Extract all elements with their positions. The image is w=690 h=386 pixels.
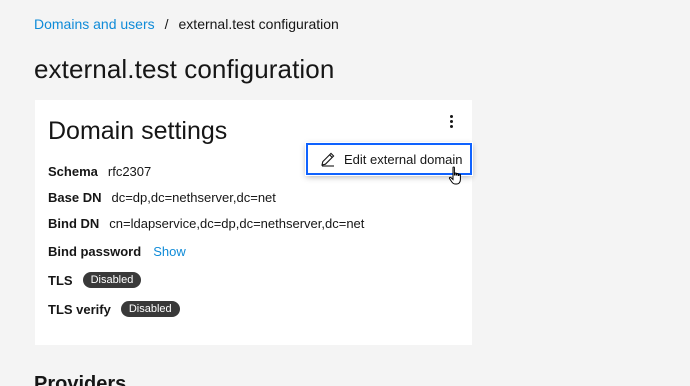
breadcrumb-current: external.test configuration	[178, 16, 339, 32]
card-title: Domain settings	[48, 117, 228, 145]
base-dn-value: dc=dp,dc=nethserver,dc=net	[111, 190, 276, 205]
providers-section-title: Providers	[34, 373, 127, 386]
tls-label: TLS	[48, 272, 73, 288]
schema-row: Schema rfc2307	[48, 164, 151, 179]
edit-external-domain-label: Edit external domain	[344, 151, 463, 167]
edit-pencil-icon	[320, 151, 336, 167]
breadcrumb: Domains and users / external.test config…	[34, 16, 339, 32]
schema-label: Schema	[48, 164, 98, 179]
domain-settings-card: Domain settings Schema rfc2307 Base DN d…	[35, 100, 472, 345]
overflow-dot	[449, 124, 453, 128]
tls-verify-row: TLS verify Disabled	[48, 301, 180, 317]
overflow-dot	[449, 119, 453, 123]
bind-dn-label: Bind DN	[48, 216, 100, 231]
breadcrumb-separator: /	[164, 16, 169, 32]
bind-dn-row: Bind DN cn=ldapservice,dc=dp,dc=nethserv…	[48, 216, 364, 231]
schema-value: rfc2307	[107, 164, 152, 179]
base-dn-label: Base DN	[48, 190, 102, 205]
hand-pointer-cursor-icon	[448, 166, 461, 185]
page: Domains and users / external.test config…	[0, 0, 690, 386]
tls-verify-status-badge: Disabled	[120, 301, 180, 317]
show-password-link[interactable]: Show	[153, 244, 186, 259]
page-title: external.test configuration	[34, 54, 335, 84]
tls-row: TLS Disabled	[48, 272, 142, 288]
bind-password-label: Bind password	[48, 244, 142, 259]
overflow-menu-vertical-icon	[449, 114, 453, 118]
tls-status-badge: Disabled	[82, 272, 142, 288]
tls-verify-label: TLS verify	[48, 301, 111, 317]
base-dn-row: Base DN dc=dp,dc=nethserver,dc=net	[48, 190, 276, 205]
overflow-menu-button[interactable]	[441, 111, 461, 131]
bind-dn-value: cn=ldapservice,dc=dp,dc=nethserver,dc=ne…	[109, 216, 365, 231]
breadcrumb-link-domains-and-users[interactable]: Domains and users	[34, 16, 155, 32]
bind-password-row: Bind password Show	[48, 244, 186, 259]
